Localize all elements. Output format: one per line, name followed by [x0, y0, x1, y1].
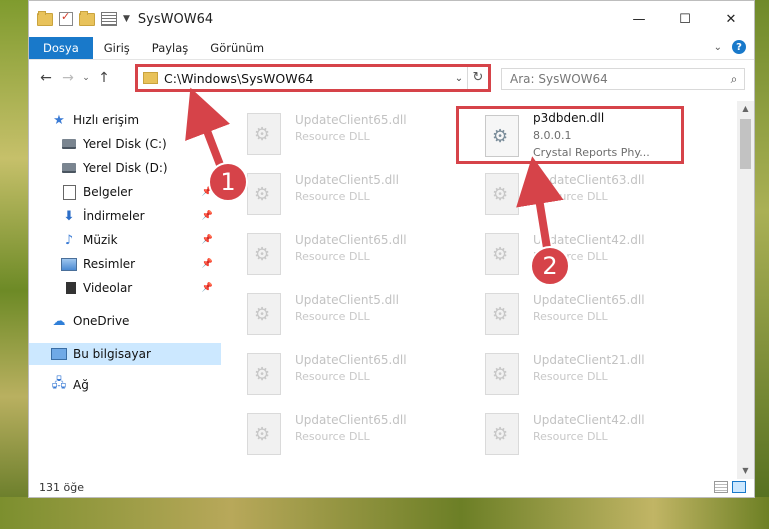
arrow-2: [516, 156, 564, 249]
annotation-arrows: [185, 87, 564, 254]
step-1-badge: 1: [208, 162, 248, 202]
arrow-1: [185, 87, 231, 172]
step-2-badge: 2: [530, 246, 570, 286]
